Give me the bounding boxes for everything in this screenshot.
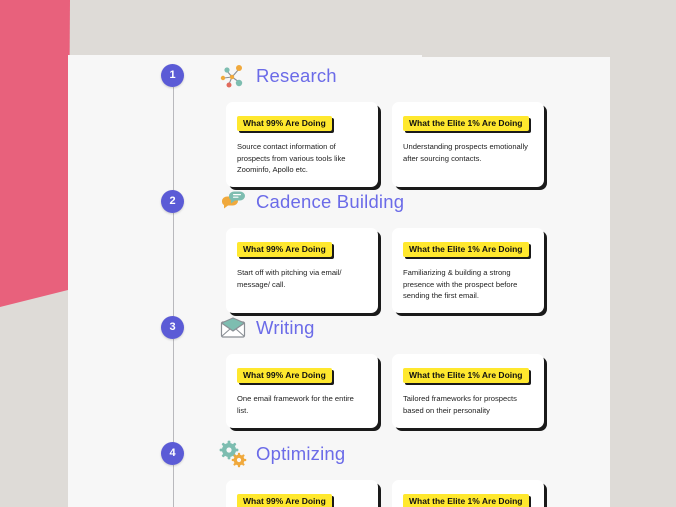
stage-header: Research [218, 60, 337, 92]
practice-card[interactable]: What the Elite 1% Are Doing [392, 480, 544, 507]
stage-header: Cadence Building [218, 186, 404, 218]
stage-cards: What 99% Are Doing One email framework f… [226, 354, 544, 428]
practice-card[interactable]: What 99% Are Doing Source contact inform… [226, 102, 378, 188]
card-tag: What the Elite 1% Are Doing [403, 242, 529, 258]
sheet-top-notch [422, 55, 610, 57]
gears-icon [219, 440, 247, 468]
stage-cards: What 99% Are Doing What the Elite 1% Are… [226, 480, 544, 507]
stage-marker-3[interactable]: 3 [161, 316, 184, 339]
practice-card[interactable]: What the Elite 1% Are Doing Understandin… [392, 102, 544, 188]
stage-title: Research [256, 65, 337, 86]
stage-marker-number: 1 [169, 69, 176, 81]
card-tag: What the Elite 1% Are Doing [403, 368, 529, 384]
card-body: Tailored frameworks for prospects based … [403, 394, 517, 415]
stage-title: Optimizing [256, 443, 346, 464]
card-body: Understanding prospects emotionally afte… [403, 142, 528, 163]
timeline-segment-3 [172, 339, 174, 444]
stage-marker-number: 2 [169, 195, 176, 207]
card-tag: What the Elite 1% Are Doing [403, 494, 529, 507]
stage-marker-1[interactable]: 1 [161, 64, 184, 87]
stage-marker-number: 4 [169, 447, 176, 459]
stage-marker-number: 3 [169, 321, 176, 333]
card-body: One email framework for the entire list. [237, 394, 354, 415]
card-tag: What 99% Are Doing [237, 242, 332, 258]
timeline-segment-2 [172, 213, 174, 318]
stage-title: Writing [256, 317, 315, 338]
card-tag: What the Elite 1% Are Doing [403, 116, 529, 132]
network-nodes-icon [220, 65, 243, 88]
card-body: Start off with pitching via email/ messa… [237, 268, 342, 289]
card-tag: What 99% Are Doing [237, 116, 332, 132]
practice-card[interactable]: What 99% Are Doing Start off with pitchi… [226, 228, 378, 314]
chat-bubbles-icon [221, 191, 245, 209]
timeline-segment-4 [172, 465, 174, 507]
practice-card[interactable]: What 99% Are Doing [226, 480, 378, 507]
envelope-icon [220, 317, 246, 338]
white-sheet: 1 Research What 99% Are Doing Source con… [68, 55, 610, 507]
card-body: Source contact information of prospects … [237, 142, 346, 174]
stage-title: Cadence Building [256, 191, 405, 212]
stage-marker-2[interactable]: 2 [161, 190, 184, 213]
practice-card[interactable]: What 99% Are Doing One email framework f… [226, 354, 378, 428]
card-tag: What 99% Are Doing [237, 368, 332, 384]
card-body: Familiarizing & building a strong presen… [403, 268, 518, 300]
stage-cards: What 99% Are Doing Source contact inform… [226, 102, 544, 188]
stage-header: Optimizing [218, 438, 345, 470]
stage-header: Writing [218, 312, 315, 344]
practice-card[interactable]: What the Elite 1% Are Doing Familiarizin… [392, 228, 544, 314]
practice-card[interactable]: What the Elite 1% Are Doing Tailored fra… [392, 354, 544, 428]
card-tag: What 99% Are Doing [237, 494, 332, 507]
stage-cards: What 99% Are Doing Start off with pitchi… [226, 228, 544, 314]
timeline-segment-1 [172, 87, 174, 192]
stage-marker-4[interactable]: 4 [161, 442, 184, 465]
